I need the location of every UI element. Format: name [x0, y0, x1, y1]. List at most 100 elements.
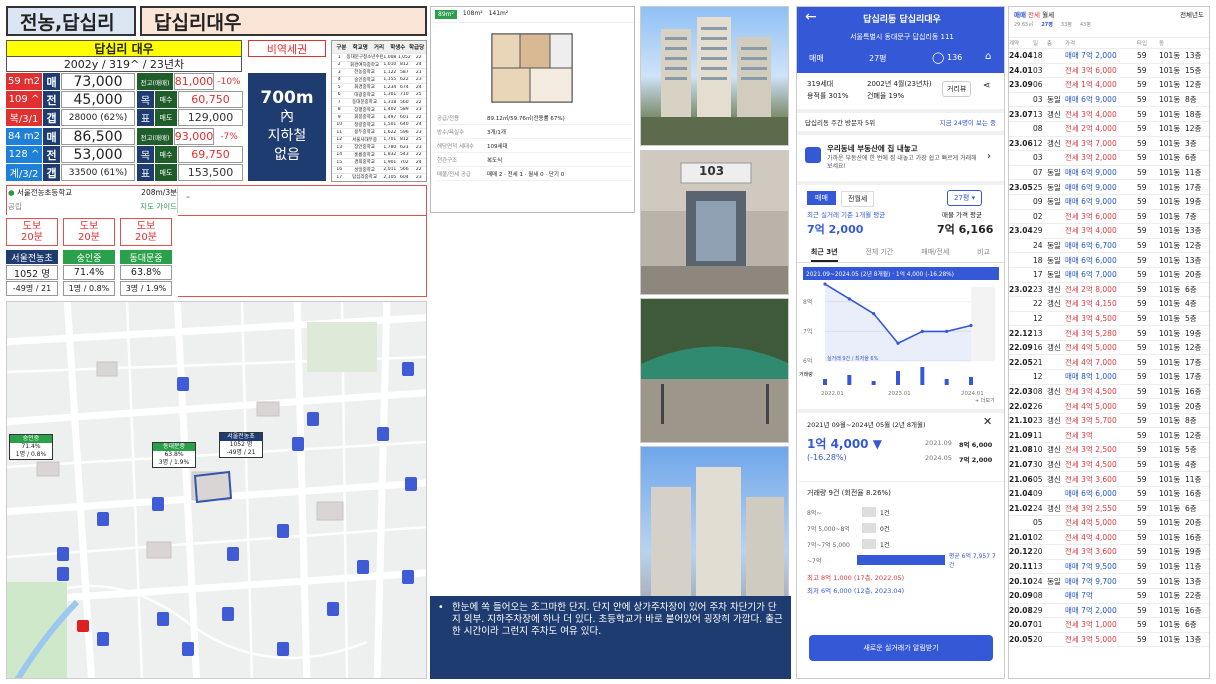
- trade-row[interactable]: 22.12 13 전세 3억 5,280 59 101동 19층: [1009, 326, 1209, 341]
- chart-tab-compare[interactable]: 비교: [977, 247, 990, 262]
- trade-cell: 20.11: [1009, 562, 1033, 572]
- trade-row[interactable]: 22 갱신 전세 3억 4,150 59 101동 4층: [1009, 297, 1209, 312]
- trade-row[interactable]: 21.07 30 갱신 전세 3억 4,500 59 101동 4층: [1009, 458, 1209, 473]
- pyeong-select[interactable]: 27평 ▾: [947, 190, 983, 206]
- unit-value: 45,000: [61, 91, 135, 108]
- chart-tab-all[interactable]: 전체 기간: [865, 247, 893, 262]
- floorplan-tab-108[interactable]: 108m²: [463, 10, 483, 19]
- sell-banner[interactable]: 우리동네 부동산에 집 내놓고 가까운 부동산에 한 번에 집 내놓고 가장 쉽…: [797, 135, 1004, 185]
- floorplan-tab-89[interactable]: 89m²: [435, 10, 457, 19]
- trade-row[interactable]: 02 전세 3억 6,000 59 101동 7층: [1009, 210, 1209, 225]
- trade-row[interactable]: 20.10 24 동일 매매 7억 9,700 59 101동 13층: [1009, 574, 1209, 589]
- map[interactable]: 숭인중 71.4% 1명 / 0.8% 동대문중 63.8% 3명 / 1.9%…: [6, 301, 427, 679]
- segment-deal[interactable]: 매매: [807, 191, 836, 205]
- trade-row[interactable]: 20.09 08 매매 7억 59 101동 22층: [1009, 589, 1209, 604]
- size-tab[interactable]: 43평: [1080, 21, 1091, 36]
- chart-point[interactable]: [896, 341, 900, 345]
- back-arrow-icon[interactable]: ←: [805, 9, 817, 25]
- school-list-row: 14 홍릉중학교 1,832 543 22: [332, 152, 426, 159]
- trades-tab-deal[interactable]: 매매: [1014, 11, 1026, 19]
- trade-cell: 매매 7억 2,000: [1065, 51, 1117, 61]
- trade-row[interactable]: 20.11 13 매매 7억 9,500 59 101동 11층: [1009, 560, 1209, 575]
- trade-row[interactable]: 21.02 24 갱신 전세 3억 2,550 59 101동 6층: [1009, 501, 1209, 516]
- chat-icon[interactable]: ◯: [932, 51, 944, 64]
- school-list-cell: 23: [415, 77, 422, 83]
- share-icon[interactable]: ⋖: [983, 81, 991, 91]
- trade-row[interactable]: 21.01 02 전세 4억 4,000 59 101동 16층: [1009, 531, 1209, 546]
- streetview-button[interactable]: 거리뷰: [942, 81, 972, 97]
- trade-row[interactable]: 22.02 26 전세 4억 5,000 59 101동 20층: [1009, 399, 1209, 414]
- visitor-row[interactable]: 답십리동 주간 방문자 5위 지금 24명이 보는 중: [797, 113, 1004, 135]
- trade-row[interactable]: 23.09 06 전세 1억 4,000 59 101동 12층: [1009, 78, 1209, 93]
- chart-point[interactable]: [969, 323, 973, 328]
- chart-point[interactable]: [872, 312, 876, 316]
- trade-row[interactable]: 23.07 13 갱신 전세 3억 4,000 59 101동 18층: [1009, 107, 1209, 122]
- trade-row[interactable]: 21.08 10 갱신 전세 3억 2,500 59 101동 5층: [1009, 443, 1209, 458]
- phone-tab-deal[interactable]: 매매: [809, 53, 824, 64]
- trade-row[interactable]: 22.05 21 전세 4억 7,000 59 101동 17층: [1009, 355, 1209, 371]
- trade-row[interactable]: 20.07 01 전세 3억 1,000 59 101동 6층: [1009, 618, 1209, 633]
- school-map-link[interactable]: 지도 가이드: [140, 201, 177, 212]
- trade-row[interactable]: 22.09 16 갱신 전세 4억 5,000 59 101동 12층: [1009, 341, 1209, 356]
- trades-tab-jeonse[interactable]: 전세: [1028, 11, 1040, 19]
- trade-row[interactable]: 09 동일 매매 6억 9,000 59 101동 19층: [1009, 195, 1209, 210]
- trade-row[interactable]: 21.10 23 갱신 전세 3억 5,700 59 101동 8층: [1009, 414, 1209, 429]
- school-list-cell: 1,402: [383, 107, 397, 113]
- chart-volume-bar: [969, 377, 973, 385]
- floorplan-tab-141[interactable]: 141m²: [489, 10, 509, 19]
- close-icon[interactable]: ✕: [983, 415, 992, 428]
- bell-icon[interactable]: ⌂: [985, 51, 991, 62]
- price-chart[interactable]: 8억7억6억2022.01 2023.01 2024.01: [801, 279, 1001, 399]
- chart-tab-3y[interactable]: 최근 3년: [810, 247, 838, 262]
- trade-cell: 101동: [1159, 299, 1181, 309]
- map-label-dongdaemun[interactable]: 동대문중 63.8% 3명 / 1.9%: [152, 442, 196, 468]
- map-label-seungin[interactable]: 숭인중 71.4% 1명 / 0.8%: [9, 434, 53, 460]
- trade-row[interactable]: 21.09 11 전세 3억 59 101동 12층: [1009, 428, 1209, 444]
- trade-row[interactable]: 03 전세 3억 2,000 59 101동 6층: [1009, 151, 1209, 166]
- trade-row[interactable]: 17 동일 매매 6억 7,000 59 101동 20층: [1009, 268, 1209, 283]
- chart-point[interactable]: [823, 282, 827, 286]
- trade-row[interactable]: 23.05 25 동일 매매 6억 9,000 59 101동 17층: [1009, 180, 1209, 195]
- map-label-jeonnong[interactable]: 서울전농초 1052 명 -49명 / 21: [219, 432, 263, 458]
- trade-row[interactable]: 21.04 09 매매 6억 6,000 59 101동 16층: [1009, 487, 1209, 502]
- trades-header-cell: 동: [1159, 41, 1165, 47]
- trade-cell: 전세 4억 5,000: [1065, 343, 1117, 353]
- size-tab[interactable]: 33평: [1061, 21, 1072, 36]
- trade-row[interactable]: 20.12 20 전세 3억 3,600 59 101동 19층: [1009, 545, 1209, 560]
- trade-row[interactable]: 23.04 29 전세 3억 4,000 59 101동 13층: [1009, 224, 1209, 239]
- size-tab[interactable]: 27평: [1041, 21, 1053, 36]
- trade-row[interactable]: 07 동일 매매 6억 9,000 59 101동 11층: [1009, 166, 1209, 181]
- trade-row[interactable]: 24.01 03 전세 3억 6,000 59 101동 15층: [1009, 64, 1209, 79]
- alert-button[interactable]: 새로운 실거래가 알림받기: [809, 635, 993, 661]
- chart-point[interactable]: [920, 329, 924, 333]
- chart-tab-deal-rent[interactable]: 매매/전세: [921, 247, 949, 262]
- trade-row[interactable]: 03 동일 매매 6억 9,000 59 101동 8층: [1009, 93, 1209, 108]
- trade-row[interactable]: 20.08 29 매매 7억 2,000 59 101동 16층: [1009, 604, 1209, 619]
- chart-point[interactable]: [945, 329, 949, 333]
- size-tab[interactable]: 29.65㎡: [1014, 21, 1033, 36]
- school-list-cell: 1,234: [383, 84, 397, 90]
- photo-building: [640, 6, 789, 146]
- trade-row[interactable]: 18 동일 매매 6억 6,000 59 101동 13층: [1009, 253, 1209, 268]
- trade-row[interactable]: 21.06 05 갱신 전세 3억 3,600 59 101동 11층: [1009, 472, 1209, 487]
- segment-rent[interactable]: 전월세: [841, 191, 875, 207]
- chart-more-link[interactable]: + 더보기: [975, 397, 995, 404]
- trade-row[interactable]: 24.04 18 매매 7억 2,000 59 101동 13층: [1009, 49, 1209, 64]
- trade-row[interactable]: 23.06 12 갱신 전세 3억 7,000 59 101동 3층: [1009, 137, 1209, 152]
- school-list-cell: 621: [400, 144, 409, 150]
- phone-tab-size[interactable]: 27평: [869, 53, 887, 64]
- trade-row[interactable]: 24 동일 매매 6억 6,700 59 101동 12층: [1009, 239, 1209, 254]
- trades-year-filter[interactable]: 전체년도: [1180, 9, 1204, 19]
- school-distance: 208m/3분: [141, 188, 177, 197]
- trades-tab-monthly[interactable]: 월세: [1042, 11, 1054, 19]
- trade-row[interactable]: 23.02 23 갱신 전세 2억 8,000 59 101동 6층: [1009, 283, 1209, 298]
- trade-row[interactable]: 08 전세 2억 4,000 59 101동 12층: [1009, 122, 1209, 137]
- school-list-header: 거리: [373, 45, 385, 51]
- trade-row[interactable]: 20.05 20 전세 3억 5,000 59 101동 13층: [1009, 633, 1209, 648]
- chart-point[interactable]: [847, 297, 851, 301]
- visitor-link[interactable]: 지금 24명이 보는 중: [940, 117, 996, 127]
- trade-row[interactable]: 05 전세 4억 5,000 59 101동 20층: [1009, 516, 1209, 531]
- trade-row[interactable]: 12 전세 3억 4,500 59 101동 5층: [1009, 312, 1209, 327]
- trade-row[interactable]: 22.03 08 갱신 전세 3억 4,500 59 101동 16층: [1009, 385, 1209, 400]
- trade-row[interactable]: 12 매매 8억 1,000 59 101동 17층: [1009, 370, 1209, 385]
